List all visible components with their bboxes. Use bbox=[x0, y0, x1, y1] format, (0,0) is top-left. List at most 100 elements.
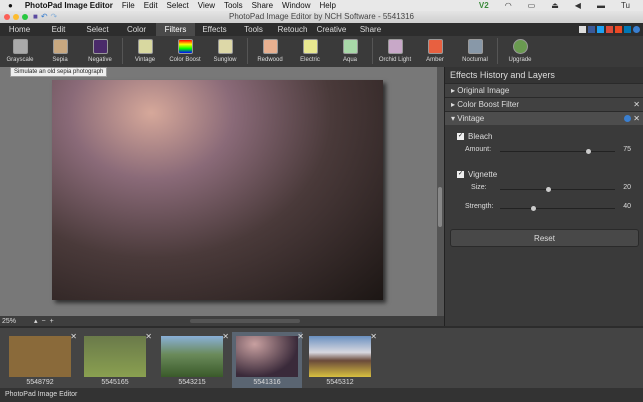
wifi-icon[interactable]: ◠ bbox=[505, 1, 512, 10]
reset-button[interactable]: Reset bbox=[450, 229, 639, 247]
close-thumbnail-icon[interactable]: ✕ bbox=[70, 332, 77, 341]
tab-color[interactable]: Color bbox=[117, 23, 156, 36]
zoom-dropdown-icon[interactable]: ▴ bbox=[34, 317, 38, 325]
effects-panel: Effects History and Layers ▸ Original Im… bbox=[444, 67, 643, 327]
tab-creative[interactable]: Creative bbox=[312, 23, 351, 36]
google-plus-icon[interactable] bbox=[606, 26, 613, 33]
vertical-scrollbar[interactable] bbox=[437, 67, 444, 316]
tab-tools[interactable]: Tools bbox=[234, 23, 273, 36]
apple-icon[interactable]: ● bbox=[8, 1, 13, 10]
electric-icon bbox=[302, 39, 318, 54]
amber-button[interactable]: Amber bbox=[415, 36, 455, 63]
amount-slider[interactable] bbox=[500, 149, 615, 154]
close-window-button[interactable] bbox=[4, 14, 10, 20]
layer-color-boost[interactable]: ▸ Color Boost Filter ✕ bbox=[445, 97, 643, 111]
tab-retouch[interactable]: Retouch bbox=[273, 23, 312, 36]
flag-icon[interactable]: ▬ bbox=[597, 1, 605, 10]
airplay-icon[interactable]: ▭ bbox=[528, 1, 536, 10]
redo-icon[interactable]: ↷ bbox=[51, 13, 58, 21]
linkedin-icon[interactable] bbox=[624, 26, 631, 33]
thumbnail[interactable]: 5545312 ✕ bbox=[305, 332, 377, 388]
clock-text[interactable]: Tu bbox=[621, 1, 630, 10]
menu-edit[interactable]: Edit bbox=[144, 1, 158, 10]
close-thumbnail-icon[interactable]: ✕ bbox=[145, 332, 152, 341]
menu-help[interactable]: Help bbox=[319, 1, 335, 10]
menu-view[interactable]: View bbox=[198, 1, 215, 10]
upgrade-icon bbox=[512, 39, 528, 54]
amber-icon bbox=[427, 39, 443, 54]
tab-share[interactable]: Share bbox=[351, 23, 390, 36]
slider-knob[interactable] bbox=[586, 149, 592, 154]
color-boost-icon bbox=[177, 39, 193, 54]
size-label: Size: bbox=[471, 184, 487, 191]
redwood-button[interactable]: Redwood bbox=[250, 36, 290, 63]
tab-home[interactable]: Home bbox=[0, 23, 39, 36]
menu-tools[interactable]: Tools bbox=[224, 1, 243, 10]
thumbnail[interactable]: 5543215 ✕ bbox=[157, 332, 229, 388]
aqua-icon bbox=[342, 39, 358, 54]
nocturnal-icon bbox=[467, 39, 483, 54]
tab-effects[interactable]: Effects bbox=[195, 23, 234, 36]
slider-knob[interactable] bbox=[531, 206, 537, 211]
thumbnail[interactable]: 5545165 ✕ bbox=[80, 332, 152, 388]
remove-layer-icon[interactable]: ✕ bbox=[633, 98, 640, 112]
orchid-light-button[interactable]: Orchid Light bbox=[375, 36, 415, 63]
menu-window[interactable]: Window bbox=[282, 1, 310, 10]
close-thumbnail-icon[interactable]: ✕ bbox=[297, 332, 304, 341]
thumbnail-selected[interactable]: 5541316 ✕ bbox=[232, 332, 304, 388]
close-thumbnail-icon[interactable]: ✕ bbox=[370, 332, 377, 341]
zoom-window-button[interactable] bbox=[22, 14, 28, 20]
image-filmstrip: 5548792 ✕ 5545165 ✕ 5543215 ✕ 5541316 ✕ 5545… bbox=[0, 326, 643, 388]
layer-vintage[interactable]: ▾ Vintage ✕ bbox=[445, 111, 643, 125]
electric-button[interactable]: Electric bbox=[290, 36, 330, 63]
grayscale-button[interactable]: Grayscale bbox=[0, 36, 40, 63]
save-icon[interactable]: ■ bbox=[33, 13, 38, 21]
menu-share[interactable]: Share bbox=[252, 1, 273, 10]
menu-file[interactable]: File bbox=[122, 1, 135, 10]
app-menu[interactable]: PhotoPad Image Editor bbox=[25, 1, 113, 10]
vintage-button[interactable]: Vintage bbox=[125, 36, 165, 63]
close-thumbnail-icon[interactable]: ✕ bbox=[222, 332, 229, 341]
strength-slider[interactable] bbox=[500, 206, 615, 211]
negative-button[interactable]: Negative bbox=[80, 36, 120, 63]
eject-icon[interactable]: ⏏ bbox=[551, 1, 559, 10]
sepia-icon bbox=[52, 39, 68, 54]
nocturnal-button[interactable]: Nocturnal bbox=[455, 36, 495, 63]
help-icon[interactable] bbox=[624, 115, 631, 122]
window-title: PhotoPad Image Editor by NCH Software - … bbox=[229, 12, 414, 21]
menu-select[interactable]: Select bbox=[167, 1, 189, 10]
remove-layer-icon[interactable]: ✕ bbox=[633, 112, 640, 126]
sepia-button[interactable]: Sepia bbox=[40, 36, 80, 63]
stumbleupon-icon[interactable] bbox=[615, 26, 622, 33]
zoom-out-button[interactable]: − bbox=[42, 318, 46, 325]
layer-original-image[interactable]: ▸ Original Image bbox=[445, 83, 643, 97]
zoom-in-button[interactable]: + bbox=[50, 318, 54, 325]
vintage-icon bbox=[137, 39, 153, 54]
facebook-icon[interactable] bbox=[588, 26, 595, 33]
tab-filters[interactable]: Filters bbox=[156, 23, 195, 36]
menu-bar: ● PhotoPad Image Editor File Edit Select… bbox=[0, 0, 643, 11]
twitter-icon[interactable] bbox=[597, 26, 604, 33]
size-slider[interactable] bbox=[500, 187, 615, 192]
undo-icon[interactable]: ↶ bbox=[41, 13, 48, 21]
size-value: 20 bbox=[623, 184, 631, 191]
aqua-button[interactable]: Aqua bbox=[330, 36, 370, 63]
help-icon[interactable] bbox=[633, 26, 640, 33]
bleach-checkbox[interactable]: ✓ bbox=[457, 133, 464, 140]
sunglow-button[interactable]: Sunglow bbox=[205, 36, 245, 63]
thumbnail[interactable]: 5548792 ✕ bbox=[5, 332, 77, 388]
color-boost-button[interactable]: Color Boost bbox=[165, 36, 205, 63]
scroll-thumb[interactable] bbox=[438, 187, 442, 227]
v2-status-icon[interactable]: V2 bbox=[479, 1, 489, 10]
tab-edit[interactable]: Edit bbox=[39, 23, 78, 36]
slider-knob[interactable] bbox=[546, 187, 551, 192]
minimize-window-button[interactable] bbox=[13, 14, 19, 20]
edited-photo bbox=[52, 80, 383, 300]
like-icon[interactable] bbox=[579, 26, 586, 33]
horizontal-scrollbar[interactable] bbox=[190, 319, 300, 323]
volume-icon[interactable]: ◀ bbox=[575, 1, 581, 10]
upgrade-button[interactable]: Upgrade bbox=[500, 36, 540, 63]
tab-select[interactable]: Select bbox=[78, 23, 117, 36]
image-canvas[interactable]: Simulate an old sepia photograph bbox=[0, 67, 437, 316]
vignette-checkbox[interactable]: ✓ bbox=[457, 171, 464, 178]
